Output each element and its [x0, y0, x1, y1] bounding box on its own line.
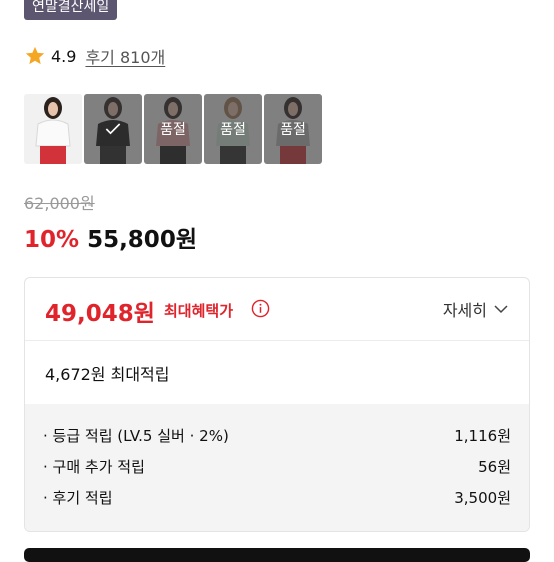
price-row: 10% 55,800원	[24, 220, 197, 254]
points-row-value: 1,116원	[454, 427, 511, 445]
soldout-overlay: 품절	[264, 94, 322, 164]
points-row-label: · 후기 적립	[43, 489, 113, 507]
color-option-white[interactable]	[24, 94, 82, 164]
soldout-overlay: 품절	[144, 94, 202, 164]
selected-overlay	[84, 94, 142, 164]
check-icon	[105, 123, 121, 135]
points-row-value: 3,500원	[454, 489, 511, 507]
color-option-mint-soldout[interactable]: 품절	[204, 94, 262, 164]
chevron-down-icon	[494, 305, 508, 314]
bottom-action-bar[interactable]	[24, 548, 530, 562]
color-option-thumbnails: 품절 품절 품절	[24, 94, 322, 164]
rating-row: 4.9 후기 810개	[24, 44, 165, 68]
points-row-label: · 구매 추가 적립	[43, 458, 145, 476]
points-row: · 구매 추가 적립 56원	[43, 456, 511, 480]
star-icon	[25, 46, 45, 65]
info-icon[interactable]	[251, 299, 270, 318]
max-benefit-price: 49,048원	[45, 301, 155, 327]
review-count-link[interactable]: 후기 810개	[85, 44, 165, 68]
benefit-header: 49,048원 최대혜택가 자세히	[25, 278, 529, 341]
points-row: · 후기 적립 3,500원	[43, 487, 511, 511]
detail-toggle-button[interactable]: 자세히	[443, 297, 509, 321]
points-row-label: · 등급 적립 (LV.5 실버 · 2%)	[43, 427, 229, 445]
points-total: 4,672원 최대적립	[45, 365, 170, 384]
original-price: 62,000원	[24, 194, 95, 213]
product-image	[24, 94, 82, 164]
color-option-pink-soldout[interactable]: 품절	[144, 94, 202, 164]
benefit-card: 49,048원 최대혜택가 자세히 4,672원 최대적립 · 등급 적립 (L…	[24, 277, 530, 532]
color-option-grey-soldout[interactable]: 품절	[264, 94, 322, 164]
detail-label: 자세히	[442, 301, 487, 320]
points-breakdown: · 등급 적립 (LV.5 실버 · 2%) 1,116원 · 구매 추가 적립…	[25, 404, 529, 531]
color-option-black-selected[interactable]	[84, 94, 142, 164]
max-benefit-label: 최대혜택가	[164, 302, 234, 320]
points-row-value: 56원	[478, 458, 511, 476]
rating-value: 4.9	[51, 46, 77, 66]
sale-badge: 연말결산세일	[24, 0, 118, 20]
soldout-overlay: 품절	[204, 94, 262, 164]
discount-rate: 10%	[24, 227, 80, 253]
sale-price: 55,800원	[87, 227, 197, 253]
points-row: · 등급 적립 (LV.5 실버 · 2%) 1,116원	[43, 425, 511, 449]
